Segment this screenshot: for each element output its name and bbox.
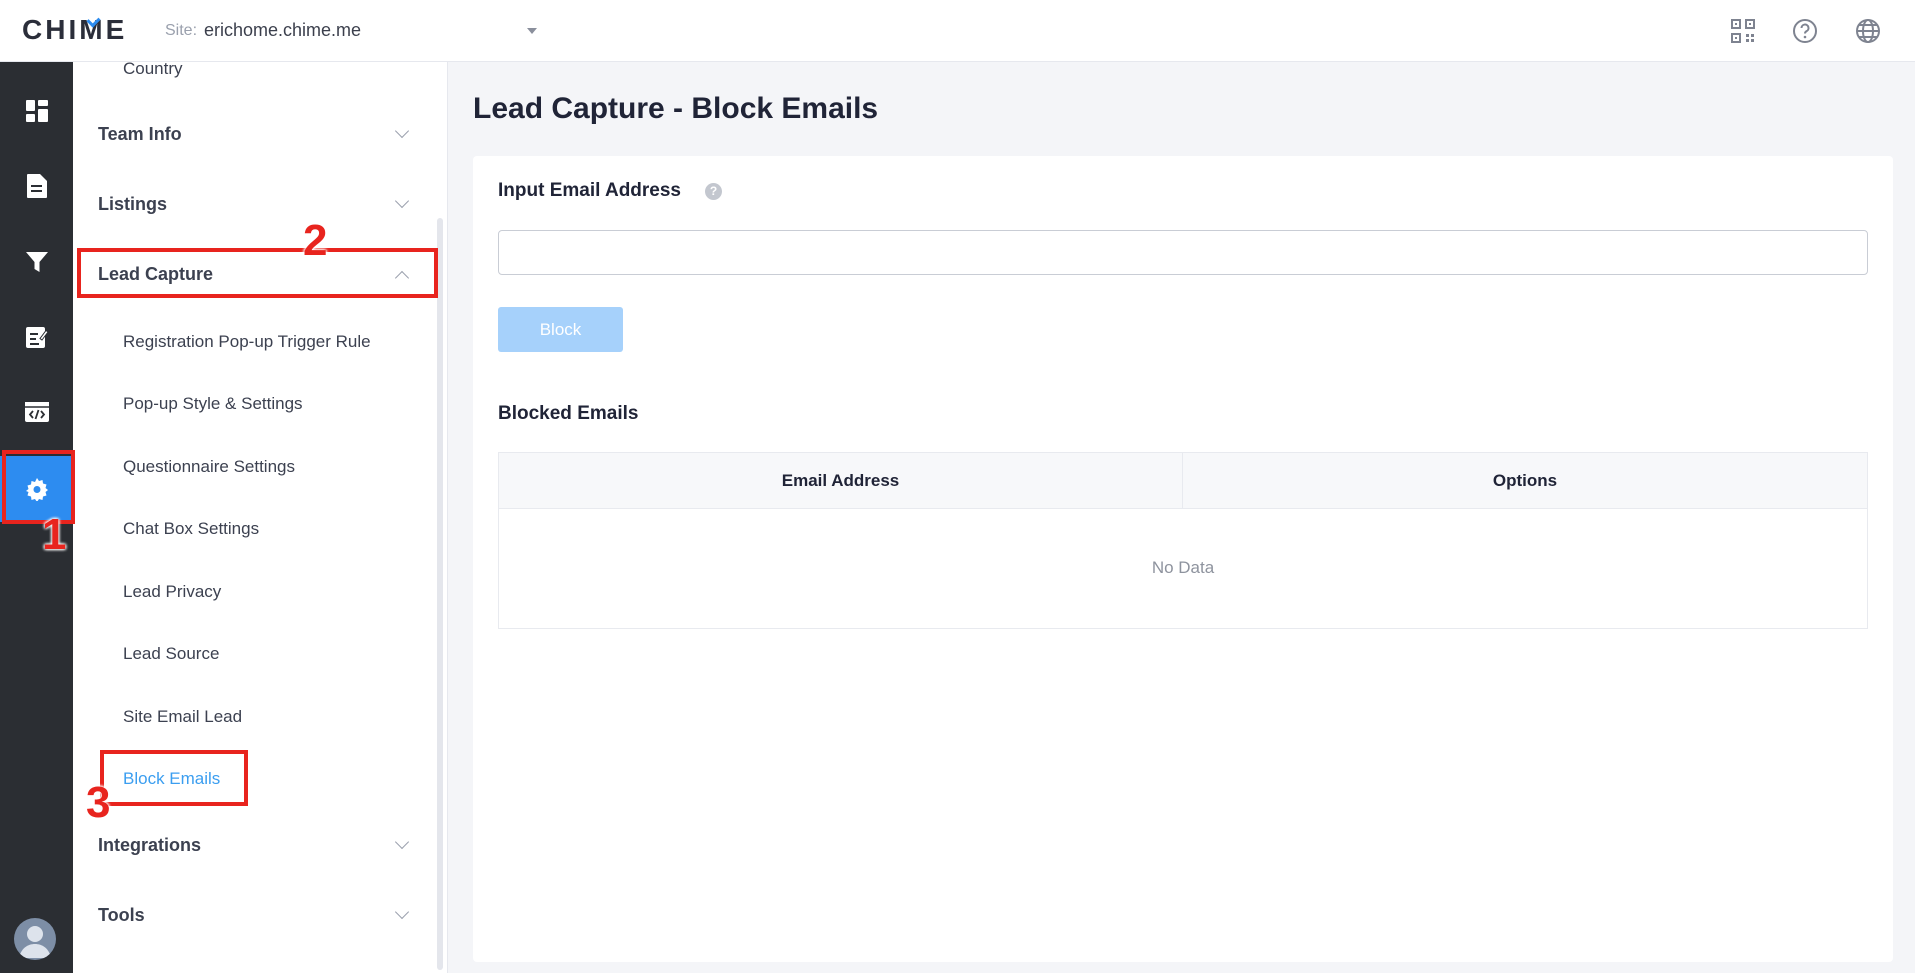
question-mark-icon[interactable]: ? bbox=[705, 183, 722, 200]
annotation-number-2: 2 bbox=[303, 216, 328, 265]
submenu-item-registration-popup[interactable]: Registration Pop-up Trigger Rule bbox=[123, 332, 371, 352]
column-header-email: Email Address bbox=[499, 453, 1183, 509]
annotation-box-2 bbox=[77, 248, 438, 298]
menu-group-integrations[interactable]: Integrations bbox=[98, 835, 201, 856]
globe-icon[interactable] bbox=[1854, 17, 1882, 45]
code-icon[interactable] bbox=[0, 382, 73, 442]
help-circle-icon[interactable] bbox=[1791, 17, 1819, 45]
blocked-emails-title: Blocked Emails bbox=[498, 403, 639, 424]
submenu-item-chat-box[interactable]: Chat Box Settings bbox=[123, 519, 259, 539]
menu-group-team-info[interactable]: Team Info bbox=[98, 124, 182, 145]
submenu-item-questionnaire[interactable]: Questionnaire Settings bbox=[123, 457, 295, 477]
chime-logo[interactable]: CHIME bbox=[22, 14, 127, 46]
email-input[interactable] bbox=[498, 230, 1868, 275]
submenu-item-popup-style[interactable]: Pop-up Style & Settings bbox=[123, 394, 303, 414]
filter-icon[interactable] bbox=[0, 232, 73, 292]
document-icon[interactable] bbox=[0, 156, 73, 216]
annotation-box-3 bbox=[100, 750, 248, 806]
annotation-number-1: 1 bbox=[42, 510, 67, 559]
qr-code-icon[interactable] bbox=[1729, 17, 1757, 45]
avatar[interactable] bbox=[14, 918, 56, 960]
top-bar: CHIME Site: erichome.chime.me bbox=[0, 0, 1915, 62]
submenu-scrollbar[interactable] bbox=[437, 218, 443, 970]
edit-list-icon[interactable] bbox=[0, 307, 73, 367]
table-header: Email Address Options bbox=[499, 453, 1867, 509]
annotation-number-3: 3 bbox=[86, 778, 111, 827]
site-label: Site: bbox=[165, 22, 198, 39]
menu-group-listings[interactable]: Listings bbox=[98, 194, 167, 215]
column-header-options: Options bbox=[1492, 471, 1558, 490]
submenu-item-lead-privacy[interactable]: Lead Privacy bbox=[123, 582, 221, 602]
submenu-item-site-email-lead[interactable]: Site Email Lead bbox=[123, 707, 242, 727]
submenu-item-lead-source[interactable]: Lead Source bbox=[123, 644, 219, 664]
empty-state-text: No Data bbox=[1151, 558, 1215, 577]
block-button[interactable]: Block bbox=[498, 307, 623, 352]
dashboard-icon[interactable] bbox=[0, 81, 73, 141]
blocked-emails-table: Email Address Options No Data bbox=[498, 452, 1868, 629]
caret-down-icon[interactable] bbox=[527, 28, 537, 34]
page-title: Lead Capture - Block Emails bbox=[473, 92, 879, 125]
menu-group-tools[interactable]: Tools bbox=[98, 905, 145, 926]
submenu-item-country[interactable]: Country bbox=[123, 59, 183, 79]
site-selector[interactable]: erichome.chime.me bbox=[204, 20, 361, 41]
input-email-label: Input Email Address bbox=[498, 180, 681, 201]
